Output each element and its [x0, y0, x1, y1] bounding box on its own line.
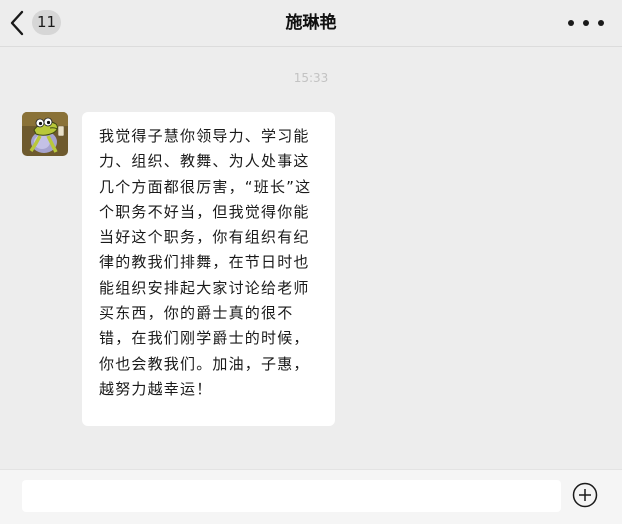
add-attachment-button[interactable]	[572, 482, 598, 508]
chat-window: 11 施琳艳 15:33 我觉得子慧你领导力、学习能力、组织、教舞、为人处事这几…	[0, 0, 622, 524]
message-timestamp: 15:33	[293, 71, 329, 85]
cartoon-avatar-icon	[22, 112, 68, 156]
message-bubble[interactable]: 我觉得子慧你领导力、学习能力、组织、教舞、为人处事这几个方面都很厉害，“班长”这…	[82, 112, 335, 426]
chat-header: 11 施琳艳	[0, 0, 622, 47]
chat-title: 施琳艳	[285, 13, 337, 33]
more-dot	[598, 20, 604, 26]
back-button[interactable]	[2, 6, 32, 40]
message-input[interactable]	[22, 480, 561, 512]
more-options-button[interactable]	[568, 12, 604, 34]
sender-avatar[interactable]	[22, 112, 68, 156]
unread-count-badge[interactable]: 11	[32, 10, 62, 35]
message-text: 我觉得子慧你领导力、学习能力、组织、教舞、为人处事这几个方面都很厉害，“班长”这…	[99, 127, 312, 398]
more-dot	[583, 20, 589, 26]
plus-circle-icon	[572, 482, 598, 508]
chevron-left-icon	[10, 10, 24, 36]
input-bar	[0, 469, 622, 524]
more-dots-icon	[568, 20, 574, 26]
